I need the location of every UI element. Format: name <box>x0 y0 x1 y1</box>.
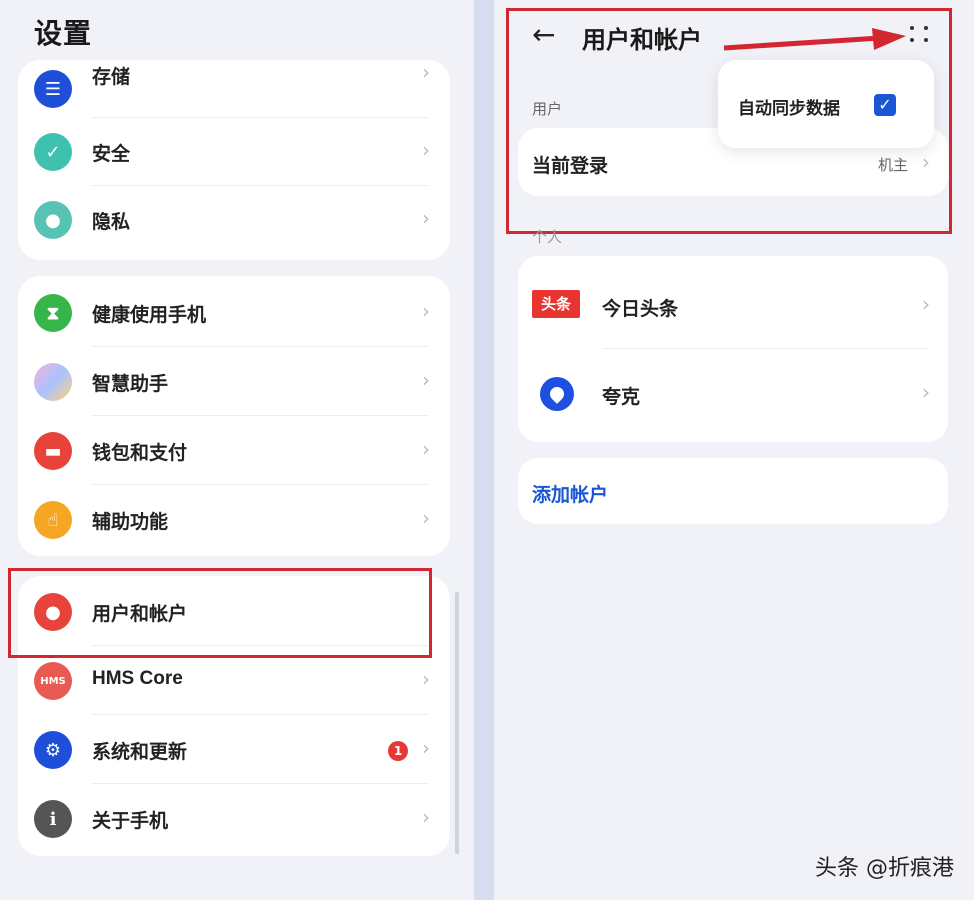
settings-item-digital-balance[interactable]: ⧗ 健康使用手机 › <box>18 279 450 347</box>
assistant-icon <box>34 363 72 401</box>
divider <box>92 484 428 485</box>
settings-item-label: 安全 <box>92 143 131 165</box>
account-item-label: 夸克 <box>602 386 641 408</box>
info-icon: i <box>34 800 72 838</box>
notification-badge: 1 <box>388 741 408 761</box>
divider <box>92 346 428 347</box>
chevron-right-icon: › <box>422 506 430 530</box>
settings-item-label: 钱包和支付 <box>92 442 188 464</box>
chevron-right-icon: › <box>422 138 430 162</box>
highlight-box-header <box>506 8 952 234</box>
shield-icon: ✓ <box>34 133 72 171</box>
settings-item-system-update[interactable]: ⚙ 系统和更新 1 › <box>18 716 450 784</box>
chevron-right-icon: › <box>422 736 430 760</box>
watermark: 头条 @折痕港 <box>815 856 954 881</box>
settings-item-privacy[interactable]: ● 隐私 › <box>18 186 450 254</box>
privacy-icon: ● <box>34 201 72 239</box>
highlight-box-users-accounts <box>8 568 432 658</box>
settings-item-label: 智慧助手 <box>92 373 169 395</box>
settings-item-wallet[interactable]: ▬ 钱包和支付 › <box>18 417 450 485</box>
divider <box>92 783 428 784</box>
chevron-right-icon: › <box>422 299 430 323</box>
settings-item-assistant[interactable]: 智慧助手 › <box>18 348 450 416</box>
add-account-link[interactable]: 添加帐户 <box>532 480 608 507</box>
settings-item-label: 关于手机 <box>92 810 169 832</box>
settings-item-security[interactable]: ✓ 安全 › <box>18 118 450 186</box>
account-item-toutiao[interactable]: 头条 今日头条 › <box>518 256 948 349</box>
chevron-right-icon: › <box>422 437 430 461</box>
chevron-right-icon: › <box>922 380 930 404</box>
divider <box>92 714 428 715</box>
settings-item-accessibility[interactable]: ☝ 辅助功能 › <box>18 486 450 554</box>
chevron-right-icon: › <box>422 60 430 84</box>
section-label-personal: 个人 <box>532 228 563 246</box>
pane-divider <box>474 0 494 900</box>
settings-item-label: 隐私 <box>92 211 131 233</box>
settings-item-label: 辅助功能 <box>92 511 169 533</box>
chevron-right-icon: › <box>422 805 430 829</box>
chevron-right-icon: › <box>422 206 430 230</box>
users-accounts-pane: ← 用户和帐户 用户 当前登录 机主 › 自动同步数据 ✓ 个人 头条 今日头条… <box>494 0 974 900</box>
hand-icon: ☝ <box>34 501 72 539</box>
settings-item-about-phone[interactable]: i 关于手机 › <box>18 785 450 853</box>
gear-icon: ⚙ <box>34 731 72 769</box>
scrollbar[interactable] <box>455 592 459 854</box>
settings-item-label: 系统和更新 <box>92 741 188 763</box>
chevron-right-icon: › <box>422 667 430 691</box>
settings-group-2: ⧗ 健康使用手机 › 智慧助手 › ▬ 钱包和支付 › ☝ 辅助功能 › <box>18 276 450 556</box>
settings-item-storage[interactable]: ☰ 存储 › <box>18 60 450 118</box>
divider <box>92 415 428 416</box>
settings-item-label: 健康使用手机 <box>92 304 207 326</box>
chevron-right-icon: › <box>922 292 930 316</box>
storage-icon: ☰ <box>34 70 72 108</box>
page-title: 设置 <box>34 17 93 50</box>
chevron-right-icon: › <box>422 368 430 392</box>
account-item-label: 今日头条 <box>602 298 679 320</box>
toutiao-logo-icon: 头条 <box>532 290 580 318</box>
hourglass-icon: ⧗ <box>34 294 72 332</box>
hms-icon: HMS <box>34 662 72 700</box>
settings-group-1: ☰ 存储 › ✓ 安全 › ● 隐私 › <box>18 60 450 260</box>
settings-item-label: HMS Core <box>92 668 183 689</box>
add-account-card: 添加帐户 <box>518 458 948 524</box>
wallet-icon: ▬ <box>34 432 72 470</box>
accounts-card: 头条 今日头条 › 夸克 › <box>518 256 948 442</box>
settings-pane: 设置 ☰ 存储 › ✓ 安全 › ● 隐私 › ⧗ 健康使用手机 › 智慧助手 … <box>0 0 474 900</box>
settings-item-label: 存储 <box>92 66 131 88</box>
account-item-quark[interactable]: 夸克 › <box>518 349 948 442</box>
